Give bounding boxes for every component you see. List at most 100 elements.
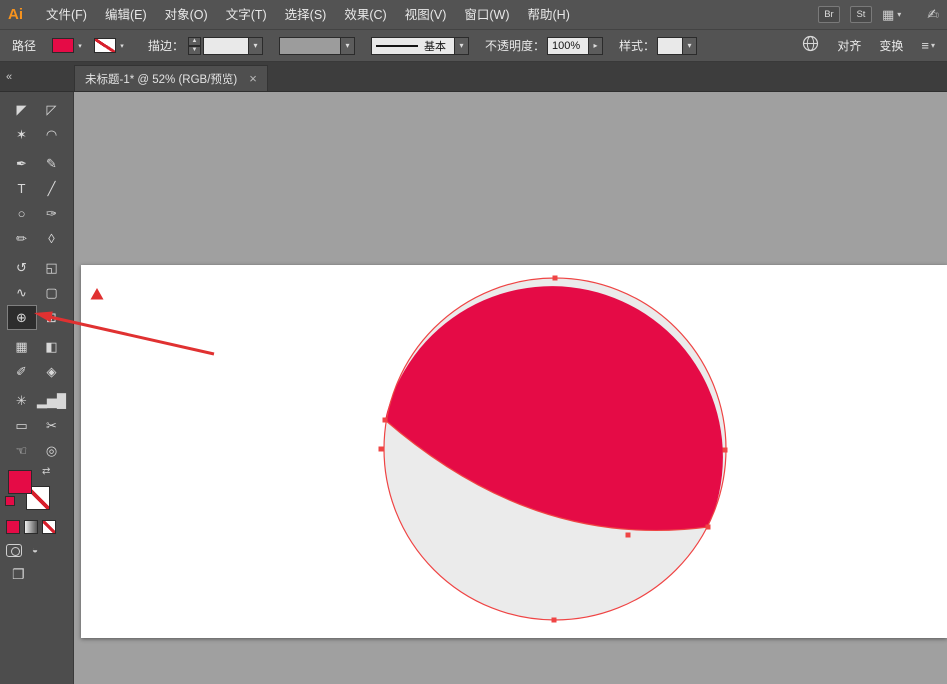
chevron-down-icon[interactable]: ▾: [455, 36, 470, 55]
swap-fill-stroke-icon[interactable]: ⇄: [42, 466, 50, 477]
stroke-weight-select[interactable]: ▾: [203, 36, 264, 55]
canvas[interactable]: [74, 92, 947, 684]
artboard[interactable]: [81, 265, 947, 638]
width-profile-value[interactable]: [279, 36, 342, 55]
stepper-down-icon[interactable]: ▼: [188, 45, 202, 55]
anchor-point[interactable]: [382, 417, 388, 423]
blob-brush-tool[interactable]: ✏: [7, 226, 37, 251]
anchor-point[interactable]: [625, 532, 631, 538]
chevron-down-icon[interactable]: ▾: [341, 36, 356, 55]
chevron-down-icon[interactable]: ▾: [683, 36, 698, 55]
collapse-chevrons-icon: «: [6, 70, 13, 83]
ellipse-tool[interactable]: ○: [7, 201, 37, 226]
change-screen-mode-icon[interactable]: ❐: [12, 566, 25, 583]
menu-help[interactable]: 帮助(H): [519, 0, 579, 30]
stroke-weight-stepper[interactable]: ▲ ▼: [188, 36, 202, 55]
draw-behind-icon[interactable]: ◒: [32, 545, 38, 556]
eyedropper-tool[interactable]: ✐: [7, 359, 37, 384]
hand-tool[interactable]: ☜: [7, 438, 37, 463]
menu-view[interactable]: 视图(V): [396, 0, 456, 30]
anchor-point[interactable]: [378, 446, 384, 452]
rotate-tool[interactable]: ↺: [7, 255, 37, 280]
zoom-tool[interactable]: ◎: [37, 438, 67, 463]
fill-color-swatch[interactable]: [52, 38, 75, 53]
toolbar-swatch-zone: ⇄ ◒ ❐: [0, 464, 74, 684]
document-tab-title: 未标题-1* @ 52% (RGB/预览): [85, 73, 238, 86]
menu-window[interactable]: 窗口(W): [455, 0, 518, 30]
panel-menu-button[interactable]: ≡ ▾: [921, 38, 935, 53]
artboard-tool[interactable]: ▭: [7, 413, 37, 438]
anchor-point[interactable]: [551, 617, 557, 623]
stroke-weight-value[interactable]: [203, 36, 250, 55]
pen-tool[interactable]: ✒: [7, 151, 37, 176]
bridge-button[interactable]: Br: [817, 6, 840, 23]
scale-tool[interactable]: ◱: [37, 255, 67, 280]
transform-panel-button[interactable]: 变换: [879, 37, 903, 54]
shape-builder-tool[interactable]: ⊕: [6, 305, 37, 330]
anchor-point[interactable]: [722, 447, 728, 453]
lasso-tool[interactable]: ◠: [37, 122, 67, 147]
menu-type[interactable]: 文字(T): [217, 0, 276, 30]
toolbar-collapse-button[interactable]: «: [0, 62, 74, 91]
stroke-color-control[interactable]: ▾: [94, 38, 128, 53]
control-bar: 路径 ▾ ▾ 描边： ▲ ▼ ▾ ▾ 基本 ▾ 不透明度： 100% ▸ 样式：…: [0, 30, 947, 62]
brush-definition-select[interactable]: 基本 ▾: [371, 36, 470, 55]
magic-wand-tool[interactable]: ✶: [7, 122, 37, 147]
line-segment-tool[interactable]: ╱: [37, 176, 67, 201]
stepper-up-icon[interactable]: ▲: [188, 36, 202, 46]
stroke-color-swatch[interactable]: [94, 38, 117, 53]
stylus-icon[interactable]: ✍: [927, 6, 939, 23]
type-tool[interactable]: T: [7, 176, 37, 201]
width-tool[interactable]: ∿: [7, 280, 37, 305]
color-button[interactable]: [6, 520, 20, 534]
drawing-mode-icon[interactable]: [6, 544, 22, 557]
workspace-switcher-button[interactable]: ▦ ▾: [882, 7, 901, 23]
brush-definition-value[interactable]: 基本: [371, 36, 456, 55]
mesh-tool[interactable]: ▦: [7, 334, 37, 359]
document-tab[interactable]: 未标题-1* @ 52% (RGB/预览) ×: [74, 65, 268, 91]
column-graph-tool[interactable]: ▂▅█: [37, 388, 67, 413]
graphic-style-value[interactable]: [657, 36, 684, 55]
chevron-down-icon[interactable]: ▾: [116, 38, 128, 53]
anchor-point[interactable]: [552, 275, 558, 281]
stock-button[interactable]: St: [849, 6, 872, 23]
opacity-control[interactable]: 100% ▸: [547, 36, 604, 55]
menu-file[interactable]: 文件(F): [37, 0, 96, 30]
eraser-tool[interactable]: ◊: [37, 226, 67, 251]
close-tab-icon[interactable]: ×: [249, 71, 257, 86]
blend-tool[interactable]: ◈: [37, 359, 67, 384]
menu-object[interactable]: 对象(O): [156, 0, 217, 30]
menu-edit[interactable]: 编辑(E): [96, 0, 156, 30]
opacity-panel-button[interactable]: ▸: [589, 36, 604, 55]
fill-color-control[interactable]: ▾: [52, 38, 86, 53]
chevron-down-icon[interactable]: ▾: [249, 36, 264, 55]
selection-tool[interactable]: ◤: [7, 97, 37, 122]
gradient-button[interactable]: [24, 520, 38, 534]
direct-selection-tool[interactable]: ◸: [37, 97, 67, 122]
free-transform-tool[interactable]: ▢: [37, 280, 67, 305]
artwork-svg: [378, 275, 728, 623]
paintbrush-tool[interactable]: ✑: [37, 201, 67, 226]
slice-tool[interactable]: ✂: [37, 413, 67, 438]
align-panel-button[interactable]: 对齐: [837, 37, 861, 54]
app-logo: Ai: [8, 6, 23, 23]
default-swatches-icon[interactable]: [5, 496, 15, 506]
opacity-value-field[interactable]: 100%: [547, 36, 590, 55]
tools-panel: ◤ ◸ ✶ ◠ ✒ ✎ T ╱ ○ ✑ ✏ ◊ ↺ ◱ ∿ ▢ ⊕ ⊞ ▦ ◧ ✐ ◈ ✳ ▂▅█ ▭ ✂ ☜ ◎ ⇄ ◒ ❐: [0, 92, 74, 684]
graphic-style-select[interactable]: ▾: [657, 36, 698, 55]
width-profile-select[interactable]: ▾: [279, 36, 356, 55]
chevron-down-icon[interactable]: ▾: [74, 38, 86, 53]
menu-effect[interactable]: 效果(C): [335, 0, 395, 30]
globe-icon[interactable]: [802, 35, 819, 57]
anchor-point[interactable]: [705, 524, 711, 530]
none-button[interactable]: [42, 520, 56, 534]
brush-stroke-preview: [376, 44, 419, 47]
pencil-tool[interactable]: ✎: [37, 151, 67, 176]
fill-swatch[interactable]: [8, 470, 32, 494]
perspective-grid-tool[interactable]: ⊞: [37, 305, 67, 330]
menu-select[interactable]: 选择(S): [276, 0, 336, 30]
gradient-tool[interactable]: ◧: [37, 334, 67, 359]
symbol-sprayer-tool[interactable]: ✳: [7, 388, 37, 413]
menu-bar: Ai 文件(F) 编辑(E) 对象(O) 文字(T) 选择(S) 效果(C) 视图(V) 窗口…: [0, 0, 947, 30]
illustrator-window: Ai 文件(F) 编辑(E) 对象(O) 文字(T) 选择(S) 效果(C) 视图(V) 窗口…: [0, 0, 947, 684]
